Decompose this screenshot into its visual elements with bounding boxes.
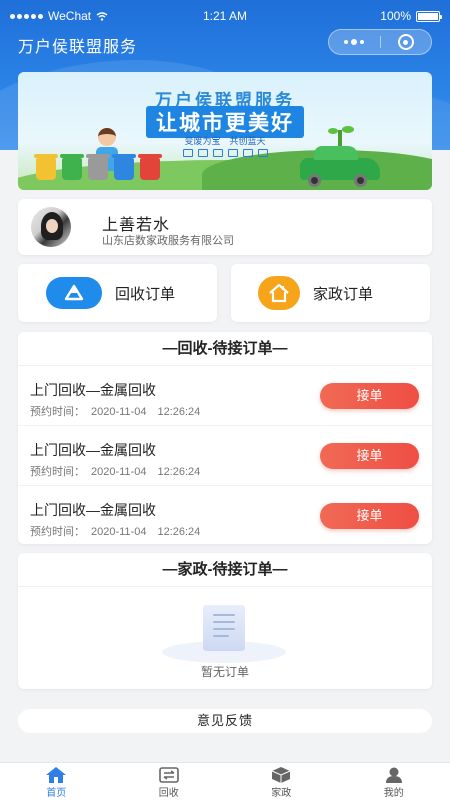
tab-mine-label: 我的	[383, 788, 404, 799]
promo-banner[interactable]: 万户侯联盟服务 让城市更美好 变废为宝 共创蓝天	[18, 72, 432, 190]
accept-order-button[interactable]: 接单	[320, 443, 419, 469]
page-title: 万户侯联盟服务	[18, 39, 138, 56]
recycle-pending-section: —回收-待接订单— 上门回收—金属回收 预约时间： 2020-11-04 12:2…	[18, 332, 432, 544]
home-service-pending-section: —家政-待接订单— 暂无订单	[18, 553, 432, 689]
recycle-section-title: —回收-待接订单—	[18, 332, 432, 366]
home-icon	[46, 767, 67, 783]
tab-home[interactable]: 首页	[0, 763, 113, 800]
feedback-button[interactable]: 意见反馈	[18, 709, 432, 733]
recycle-icon	[158, 767, 179, 783]
green-bin-icon	[60, 154, 84, 180]
tab-mine[interactable]: 我的	[338, 763, 450, 800]
user-icon	[385, 767, 402, 783]
order-title: 上门回收—金属回收	[30, 442, 156, 458]
battery-icon	[416, 10, 442, 22]
bottom-tab-bar: 首页 回收 家政 我的	[0, 762, 450, 800]
order-time-value: 2020-11-04 12:26:24	[91, 466, 201, 478]
red-bin-icon	[138, 154, 162, 180]
tab-home-service-label: 家政	[271, 788, 292, 799]
accept-order-button[interactable]: 接单	[320, 383, 419, 409]
home-section-title: —家政-待接订单—	[18, 553, 432, 587]
target-icon	[397, 34, 414, 50]
recycle-icon	[46, 277, 102, 309]
battery-percent: 100%	[380, 9, 411, 23]
more-dots-icon	[344, 39, 365, 45]
tab-home-service[interactable]: 家政	[225, 763, 338, 800]
order-time-value: 2020-11-04 12:26:24	[91, 526, 201, 538]
close-miniprogram-button[interactable]	[381, 30, 432, 54]
empty-document-icon	[162, 605, 286, 665]
miniprogram-capsule	[328, 29, 432, 55]
banner-subtitle: 变废为宝 共创蓝天	[184, 136, 266, 146]
more-button[interactable]	[329, 30, 380, 54]
house-icon	[258, 276, 300, 310]
order-row[interactable]: 上门回收—金属回收 预约时间： 2020-11-04 12:26:24 接单	[18, 426, 432, 486]
car-illustration	[300, 146, 380, 187]
home-service-orders-label: 家政订单	[313, 285, 374, 303]
avatar	[31, 207, 71, 247]
empty-state-text: 暂无订单	[200, 665, 249, 679]
recycle-orders-label: 回收订单	[115, 285, 176, 303]
order-time-value: 2020-11-04 12:26:24	[91, 406, 201, 418]
blue-bin-icon	[112, 154, 136, 180]
order-time-label: 预约时间：	[30, 466, 85, 478]
tab-home-label: 首页	[46, 788, 67, 799]
company-name: 山东店数家政服务有限公司	[102, 235, 234, 247]
order-time-label: 预约时间：	[30, 406, 85, 418]
yellow-bin-icon	[34, 154, 58, 180]
gray-bin-icon	[86, 154, 110, 180]
tab-recycle-label: 回收	[158, 788, 179, 799]
box-icon	[272, 767, 291, 783]
accept-order-button[interactable]: 接单	[320, 503, 419, 529]
status-bar: WeChat 1:21 AM 100%	[0, 0, 450, 30]
order-row[interactable]: 上门回收—金属回收 预约时间： 2020-11-04 12:26:24 接单	[18, 486, 432, 546]
order-time-label: 预约时间：	[30, 526, 85, 538]
tab-recycle[interactable]: 回收	[113, 763, 226, 800]
recycle-orders-button[interactable]: 回收订单	[18, 264, 217, 322]
order-title: 上门回收—金属回收	[30, 502, 156, 518]
order-row[interactable]: 上门回收—金属回收 预约时间： 2020-11-04 12:26:24 接单	[18, 366, 432, 426]
profile-card[interactable]: 上善若水 山东店数家政服务有限公司	[18, 199, 432, 255]
order-title: 上门回收—金属回收	[30, 382, 156, 398]
home-service-orders-button[interactable]: 家政订单	[231, 264, 430, 322]
